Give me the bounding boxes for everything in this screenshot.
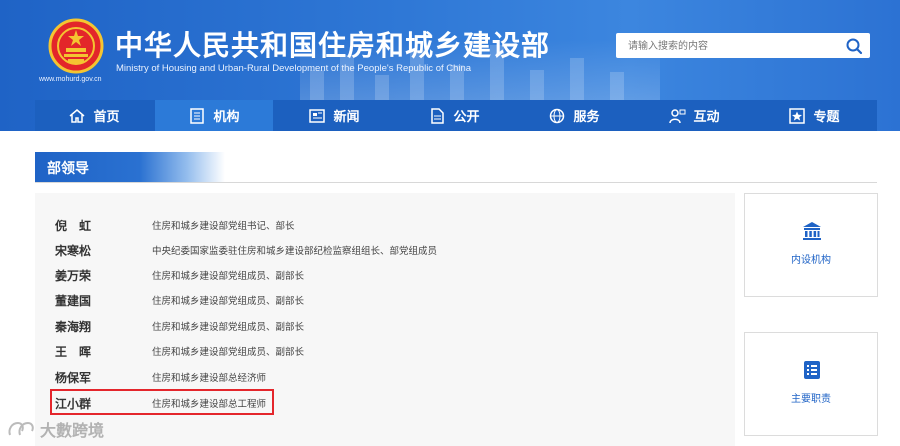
nav-item-label: 互动: [693, 110, 720, 125]
nav-item-label: 服务: [573, 110, 600, 125]
watermark-text: 大數跨境: [40, 421, 105, 440]
leader-name[interactable]: 王 晖: [55, 343, 91, 360]
card-label: 内设机构: [791, 255, 831, 266]
home-icon: [69, 108, 85, 123]
nav-item-label: 新闻: [333, 110, 360, 125]
leader-title: 住房和城乡建设部总经济师: [152, 373, 267, 384]
list-item[interactable]: 秦海翔 住房和城乡建设部党组成员、副部长: [35, 313, 735, 338]
document-icon: [431, 107, 445, 124]
watermark-logo-icon: [8, 421, 34, 436]
nav-item-label: 公开: [453, 110, 480, 125]
nav-item-topics[interactable]: 专题: [755, 100, 873, 131]
section-title: 部领导: [47, 161, 89, 177]
highlight-box: [50, 389, 274, 415]
list-item[interactable]: 姜万荣 住房和城乡建设部党组成员、副部长: [35, 262, 735, 287]
leader-title: 住房和城乡建设部党组成员、副部长: [152, 271, 305, 282]
leader-name[interactable]: 秦海翔: [55, 318, 91, 335]
search-input[interactable]: [626, 37, 830, 56]
globe-icon: [550, 108, 565, 123]
leader-title: 住房和城乡建设部党组成员、副部长: [152, 347, 305, 358]
leader-name[interactable]: 倪 虹: [55, 217, 91, 234]
section-tab: 部领导: [35, 152, 225, 182]
main-nav: 首页 机构 新闻 公开 服务 互动 专题: [35, 100, 877, 131]
leader-name[interactable]: 杨保军: [55, 369, 91, 386]
institution-icon: [803, 222, 821, 240]
leader-title: 中央纪委国家监委驻住房和城乡建设部纪检监察组组长、部党组成员: [152, 246, 438, 257]
card-label: 主要职责: [791, 394, 831, 405]
site-title: 中华人民共和国住房和城乡建设部: [115, 29, 551, 62]
nav-item-services[interactable]: 服务: [515, 100, 633, 131]
building-icon: [190, 107, 205, 124]
nav-item-news[interactable]: 新闻: [275, 100, 393, 131]
nav-item-interaction[interactable]: 互动: [635, 100, 753, 131]
leader-title: 住房和城乡建设部党组成员、副部长: [152, 296, 305, 307]
section-header: 部领导: [35, 152, 877, 183]
nav-item-label: 首页: [93, 110, 120, 125]
card-main-responsibilities[interactable]: 主要职责: [744, 332, 878, 436]
card-internal-institutions[interactable]: 内设机构: [744, 193, 878, 297]
nav-item-home[interactable]: 首页: [35, 100, 153, 131]
list-item[interactable]: 杨保军 住房和城乡建设部总经济师: [35, 364, 735, 389]
newspaper-icon: [309, 108, 326, 123]
list-item[interactable]: 董建国 住房和城乡建设部党组成员、副部长: [35, 287, 735, 312]
leader-name[interactable]: 宋寒松: [55, 242, 91, 259]
list-item[interactable]: 倪 虹 住房和城乡建设部党组书记、部长: [35, 212, 735, 237]
nav-item-label: 专题: [813, 110, 840, 125]
leader-name[interactable]: 董建国: [55, 292, 91, 309]
site-url: www.mohurd.gov.cn: [39, 76, 102, 83]
leader-title: 住房和城乡建设部党组成员、副部长: [152, 322, 305, 333]
site-title-english: Ministry of Housing and Urban-Rural Deve…: [116, 63, 472, 74]
list-icon: [804, 361, 820, 379]
site-header: www.mohurd.gov.cn 中华人民共和国住房和城乡建设部 Minist…: [0, 0, 900, 131]
nav-item-label: 机构: [213, 110, 240, 125]
leader-title: 住房和城乡建设部党组书记、部长: [152, 221, 295, 232]
national-emblem-icon: [48, 18, 104, 74]
nav-item-public[interactable]: 公开: [395, 100, 513, 131]
star-icon: [789, 107, 806, 124]
search-box: [616, 33, 870, 58]
user-chat-icon: [669, 108, 686, 123]
watermark: 大數跨境: [6, 418, 104, 440]
list-item[interactable]: 宋寒松 中央纪委国家监委驻住房和城乡建设部纪检监察组组长、部党组成员: [35, 237, 735, 262]
leader-name[interactable]: 姜万荣: [55, 267, 91, 284]
nav-item-institutions[interactable]: 机构: [155, 100, 273, 131]
search-icon[interactable]: [844, 36, 864, 56]
list-item[interactable]: 王 晖 住房和城乡建设部党组成员、副部长: [35, 338, 735, 363]
